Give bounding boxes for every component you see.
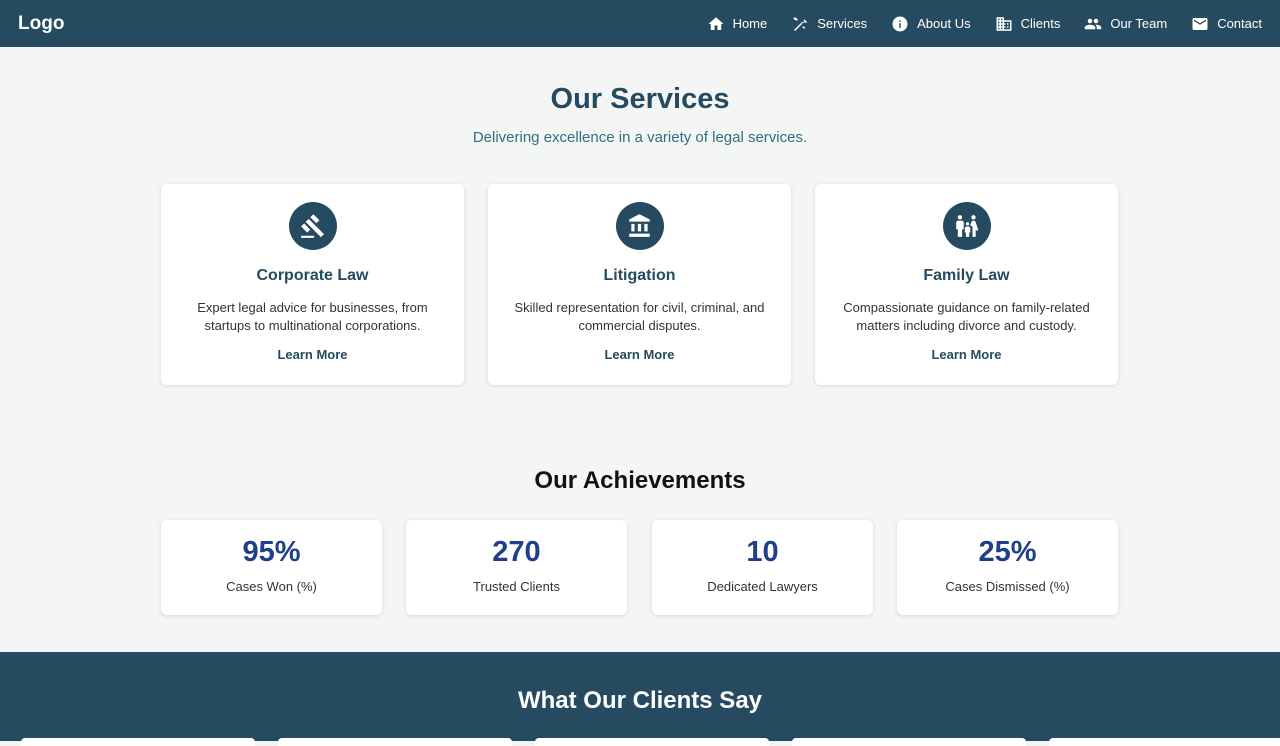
- nav-contact-label: Contact: [1217, 16, 1262, 31]
- testimonials-section: What Our Clients Say: [0, 652, 1280, 746]
- stat-card-dismissed: 25% Cases Dismissed (%): [897, 520, 1118, 615]
- nav-clients[interactable]: Clients: [995, 15, 1061, 33]
- testimonial-card: [278, 738, 512, 746]
- service-description: Compassionate guidance on family-related…: [843, 300, 1090, 333]
- service-title: Corporate Law: [256, 267, 369, 284]
- testimonial-card: [21, 738, 255, 746]
- family-icon: [955, 215, 978, 237]
- building-icon: [996, 16, 1012, 31]
- learn-more-link[interactable]: Learn More: [277, 347, 347, 362]
- tools-icon: [793, 16, 808, 31]
- testimonials-title: What Our Clients Say: [517, 687, 763, 714]
- service-icon-wrap: [288, 202, 337, 250]
- stat-card-cases-won: 95% Cases Won (%): [161, 520, 382, 615]
- stat-label: Cases Dismissed (%): [945, 579, 1070, 594]
- testimonial-card: [792, 738, 1026, 746]
- learn-more-link[interactable]: Learn More: [604, 347, 674, 362]
- mail-icon: [1192, 17, 1208, 30]
- service-description: Skilled representation for civil, crimin…: [514, 300, 765, 333]
- service-card-litigation: Litigation Skilled representation for ci…: [488, 184, 791, 385]
- stat-label: Cases Won (%): [226, 579, 317, 594]
- service-title: Family Law: [923, 267, 1010, 284]
- logo[interactable]: Logo: [18, 13, 64, 35]
- stat-card-clients: 270 Trusted Clients: [406, 520, 627, 615]
- stat-label: Dedicated Lawyers: [707, 579, 818, 594]
- stat-label: Trusted Clients: [473, 579, 560, 594]
- nav-clients-label: Clients: [1020, 16, 1061, 31]
- gavel-icon: [300, 214, 324, 238]
- nav-services-label: Services: [817, 16, 868, 31]
- navbar: Logo Home Services About Us Clients Our …: [0, 0, 1280, 47]
- services-title: Our Services: [550, 83, 730, 115]
- info-icon: [892, 16, 908, 31]
- courthouse-icon: [628, 214, 650, 237]
- service-icon-wrap: [942, 202, 991, 250]
- stat-card-lawyers: 10 Dedicated Lawyers: [652, 520, 873, 615]
- nav-team-label: Our Team: [1110, 16, 1168, 31]
- nav-links: Home Services About Us Clients Our Team …: [707, 15, 1262, 33]
- stat-value: 270: [492, 536, 541, 568]
- nav-home-label: Home: [732, 16, 768, 31]
- learn-more-link[interactable]: Learn More: [931, 347, 1001, 362]
- stat-value: 10: [746, 536, 779, 568]
- stat-value: 25%: [978, 536, 1037, 568]
- service-title: Litigation: [603, 267, 676, 284]
- service-icon-wrap: [615, 202, 664, 250]
- service-card-corporate: Corporate Law Expert legal advice for bu…: [161, 184, 464, 385]
- achievements-title: Our Achievements: [534, 467, 746, 494]
- services-subtitle: Delivering excellence in a variety of le…: [472, 129, 808, 146]
- testimonial-card: [1049, 738, 1280, 746]
- nav-contact[interactable]: Contact: [1191, 15, 1262, 33]
- stat-value: 95%: [242, 536, 301, 568]
- service-description: Expert legal advice for businesses, from…: [197, 300, 428, 333]
- nav-about-label: About Us: [917, 16, 971, 31]
- nav-services[interactable]: Services: [791, 15, 867, 33]
- people-icon: [1085, 18, 1102, 29]
- nav-home[interactable]: Home: [707, 15, 768, 33]
- home-icon: [708, 16, 724, 30]
- nav-team[interactable]: Our Team: [1084, 15, 1167, 33]
- testimonial-card: [535, 738, 769, 746]
- service-card-family: Family Law Compassionate guidance on fam…: [815, 184, 1118, 385]
- nav-about[interactable]: About Us: [891, 15, 971, 33]
